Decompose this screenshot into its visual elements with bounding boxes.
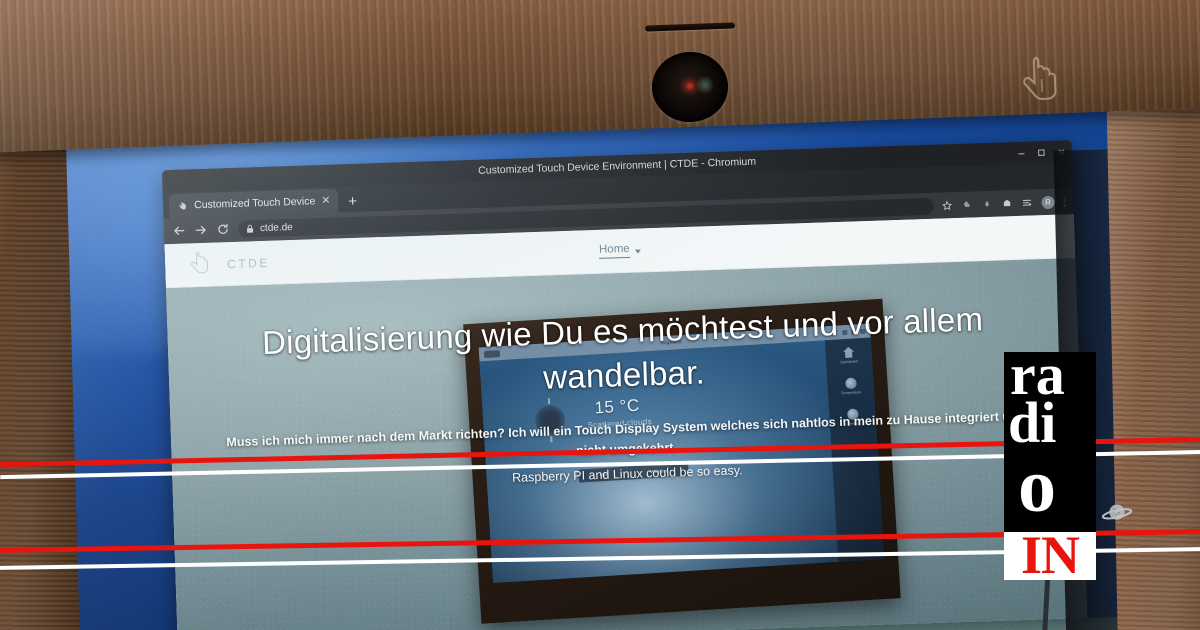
reading-list-icon[interactable]	[1021, 197, 1032, 208]
toolbar-icons[interactable]: R	[941, 195, 1066, 212]
nav-item-home[interactable]: Home	[598, 242, 641, 259]
extension-icon[interactable]	[961, 199, 972, 210]
brand-name: CTDE	[226, 255, 271, 271]
page-viewport: CTDE Home Hogwarts 15 °C Scattered cloud…	[164, 214, 1088, 630]
extension-icon-2[interactable]	[981, 198, 992, 209]
tab-title: Customized Touch Device	[193, 195, 316, 212]
reload-button[interactable]	[216, 222, 230, 236]
photo-scene: Aktivitäten Chromium-Webbrowser ▾ Do, 25…	[0, 0, 1200, 630]
site-brand[interactable]: CTDE	[187, 247, 271, 280]
hand-pointer-engraving	[1023, 56, 1057, 100]
new-tab-button[interactable]: +	[342, 190, 363, 213]
logo-in-text: IN	[1020, 525, 1080, 585]
profile-avatar[interactable]: R	[1041, 195, 1055, 209]
tab-close-button[interactable]: ✕	[321, 194, 331, 206]
window-title: Customized Touch Device Environment | CT…	[478, 155, 757, 177]
hero-text-block: Digitalisierung wie Du es möchtest und v…	[167, 294, 1082, 497]
nav-item-label: Home	[598, 242, 630, 259]
hand-pointer-favicon	[179, 201, 186, 209]
hand-pointer-logo	[191, 251, 209, 273]
lock-icon	[246, 224, 254, 233]
minimize-button[interactable]	[1017, 148, 1026, 157]
maximize-button[interactable]	[1037, 148, 1046, 157]
planet-icon	[1101, 504, 1133, 520]
star-icon[interactable]	[941, 200, 952, 211]
url-text: ctde.de	[259, 221, 293, 234]
back-button[interactable]	[172, 224, 186, 238]
wood-frame-right	[1105, 58, 1200, 630]
extension-icon-3[interactable]	[1001, 198, 1012, 209]
radio-in-logo: ra di o IN	[1004, 346, 1096, 585]
logo-line-o: o	[1018, 444, 1056, 528]
chevron-down-icon[interactable]	[634, 248, 641, 254]
forward-button[interactable]	[194, 223, 208, 237]
